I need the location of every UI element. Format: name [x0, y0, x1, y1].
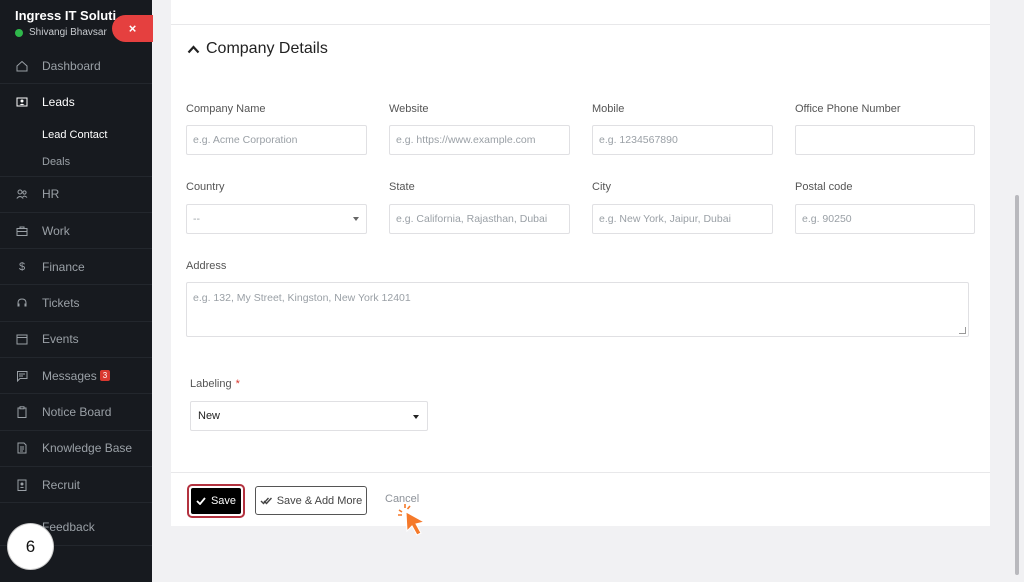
- user-name: Shivangi Bhavsar: [29, 27, 107, 38]
- sidebar-item-events[interactable]: Events: [0, 322, 152, 359]
- save-and-add-more-label: Save & Add More: [276, 494, 363, 507]
- state-input[interactable]: e.g. California, Rajasthan, Dubai: [389, 204, 570, 234]
- postal-code-input[interactable]: e.g. 90250: [795, 204, 975, 234]
- address-label: Address: [186, 260, 227, 272]
- step-number-badge: 6: [8, 524, 53, 569]
- home-icon: [15, 59, 29, 73]
- company-details-card: Company Details Company Name e.g. Acme C…: [171, 0, 990, 536]
- sidebar-item-label: Leads: [42, 95, 75, 110]
- country-label: Country: [186, 181, 225, 193]
- sidebar-subitem-deals[interactable]: Deals: [0, 149, 152, 177]
- company-name-label: Company Name: [186, 103, 266, 115]
- sidebar-item-label: Messages: [42, 368, 97, 383]
- resize-handle-icon[interactable]: [959, 327, 966, 334]
- sidebar-item-label: Knowledge Base: [42, 441, 133, 456]
- brand: Ingress IT Soluti... Shivangi Bhavsar: [15, 8, 127, 38]
- document-icon: [15, 441, 29, 455]
- sidebar: Ingress IT Soluti... Shivangi Bhavsar × …: [0, 0, 153, 582]
- mobile-input[interactable]: e.g. 1234567890: [592, 125, 773, 155]
- contact-card-icon: [15, 95, 29, 109]
- headset-icon: [15, 296, 29, 310]
- company-name-input[interactable]: e.g. Acme Corporation: [186, 125, 367, 155]
- sidebar-item-label: Events: [42, 332, 79, 347]
- city-input[interactable]: e.g. New York, Jaipur, Dubai: [592, 204, 773, 234]
- sidebar-item-messages[interactable]: Messages 3: [0, 358, 152, 395]
- address-textarea[interactable]: e.g. 132, My Street, Kingston, New York …: [186, 282, 969, 337]
- clipboard-icon: [15, 405, 29, 419]
- labeling-selected-value: New: [198, 410, 221, 422]
- sidebar-item-tickets[interactable]: Tickets: [0, 285, 152, 322]
- caret-down-icon: [413, 415, 419, 419]
- sidebar-item-label: Recruit: [42, 477, 81, 492]
- sidebar-item-work[interactable]: Work: [0, 213, 152, 250]
- sidebar-item-leads[interactable]: Leads: [0, 84, 152, 120]
- chat-icon: [15, 369, 29, 383]
- sidebar-item-label: Work: [42, 223, 70, 238]
- labeling-label-text: Labeling: [190, 378, 232, 390]
- office-phone-label: Office Phone Number: [795, 103, 901, 115]
- calendar-icon: [15, 332, 29, 346]
- user-status: Shivangi Bhavsar: [15, 27, 125, 38]
- save-button-label: Save: [210, 495, 237, 507]
- caret-down-icon: [353, 217, 359, 221]
- sidebar-item-label: Tickets: [42, 296, 80, 311]
- footer-divider: [171, 472, 990, 473]
- close-sidebar-button[interactable]: ×: [112, 15, 153, 42]
- section-header[interactable]: Company Details: [187, 40, 328, 58]
- page-scrollbar[interactable]: [1012, 0, 1024, 582]
- sidebar-item-notice-board[interactable]: Notice Board: [0, 394, 152, 431]
- sidebar-item-hr[interactable]: HR: [0, 177, 152, 213]
- close-icon: ×: [128, 21, 137, 36]
- dollar-icon: $: [18, 260, 26, 273]
- country-selected-value: --: [193, 213, 200, 225]
- app-name[interactable]: Ingress IT Soluti...: [15, 8, 127, 23]
- briefcase-icon: [15, 224, 29, 238]
- postal-code-label: Postal code: [795, 181, 853, 193]
- save-button-inner: Save: [191, 488, 241, 514]
- mobile-label: Mobile: [592, 103, 625, 115]
- pointer-cursor-icon: [398, 504, 426, 536]
- card-top-divider: [171, 0, 990, 25]
- sidebar-item-label: Dashboard: [42, 58, 101, 73]
- sidebar-item-finance[interactable]: $ Finance: [0, 249, 152, 286]
- sidebar-item-knowledge-base[interactable]: Knowledge Base: [0, 431, 152, 467]
- website-input[interactable]: e.g. https://www.example.com: [389, 125, 570, 155]
- chevron-up-icon: [187, 44, 200, 53]
- office-phone-input[interactable]: [795, 125, 975, 155]
- labeling-select[interactable]: New: [190, 401, 428, 431]
- sidebar-item-label: Feedback: [42, 519, 95, 534]
- country-select[interactable]: --: [186, 204, 367, 234]
- save-and-add-more-button[interactable]: Save & Add More: [255, 486, 367, 515]
- address-placeholder: e.g. 132, My Street, Kingston, New York …: [193, 292, 411, 304]
- sidebar-item-dashboard[interactable]: Dashboard: [0, 48, 152, 85]
- sidebar-menu: Dashboard Leads Lead Contact Deals HR Wo…: [0, 48, 152, 546]
- scrollbar-thumb[interactable]: [1015, 195, 1019, 575]
- users-icon: [15, 187, 29, 201]
- sidebar-item-recruit[interactable]: Recruit: [0, 467, 152, 504]
- required-mark: *: [235, 378, 240, 390]
- sidebar-subitem-lead-contact[interactable]: Lead Contact: [0, 121, 152, 149]
- sidebar-item-label: Finance: [42, 259, 85, 274]
- badge-icon: [15, 478, 29, 492]
- double-check-icon: [260, 497, 272, 505]
- messages-count-badge: 3: [99, 370, 111, 382]
- sidebar-item-label: Notice Board: [42, 405, 112, 420]
- section-title: Company Details: [206, 40, 328, 57]
- online-status-icon: [15, 28, 23, 37]
- checkmark-icon: [196, 497, 206, 505]
- save-button[interactable]: Save: [187, 484, 245, 518]
- sidebar-item-label: HR: [42, 187, 60, 202]
- labeling-label: Labeling *: [190, 378, 240, 390]
- city-label: City: [592, 181, 611, 193]
- website-label: Website: [389, 103, 429, 115]
- state-label: State: [389, 181, 415, 193]
